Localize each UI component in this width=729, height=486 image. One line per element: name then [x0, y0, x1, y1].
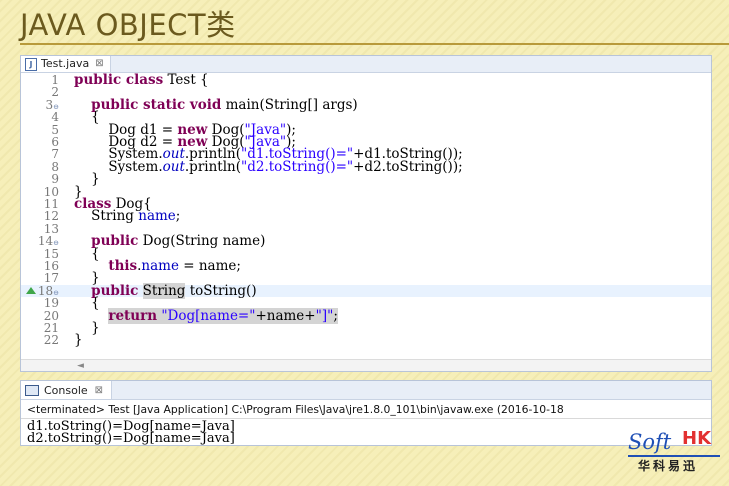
logo-hk-text: HK	[682, 428, 712, 449]
code-text: }	[74, 332, 83, 349]
close-icon[interactable]: ⊠	[95, 385, 103, 396]
logo-chinese-text: 华科易迅	[638, 459, 699, 473]
console-tab-label: Console	[44, 383, 88, 397]
console-output-line: d2.toString()=Dog[name=Java]	[27, 431, 235, 446]
java-file-icon: J	[25, 57, 37, 71]
code-text: return "Dog[name="+name+"]";	[74, 307, 338, 324]
code-token: }	[74, 332, 83, 349]
logo-soft-text: Soft	[628, 430, 672, 454]
code-text: public static void main(String[] args)	[74, 98, 358, 112]
line-number: 22	[43, 333, 59, 348]
line-number: 2	[51, 85, 59, 100]
code-editor: J Test.java ⊠ 1 public class Test {2 3⊖ pu…	[20, 55, 712, 372]
tab-console[interactable]: Console ⊠	[21, 381, 113, 399]
code-line[interactable]: 21 }	[21, 321, 711, 335]
code-text: String name;	[74, 210, 180, 224]
logo-underline	[628, 455, 720, 457]
slide-title: JAVA OBJECT类	[20, 8, 236, 42]
title-underline	[20, 43, 729, 45]
code-line[interactable]: 16 this.name = name;	[21, 259, 711, 273]
code-text: public String toString()	[74, 282, 257, 299]
editor-tabbar: J Test.java ⊠	[21, 56, 711, 73]
code-line[interactable]: 8 System.out.println("d2.toString()="+d2…	[21, 160, 711, 174]
console-tabbar: Console ⊠	[21, 381, 711, 400]
softhk-logo: Soft HK 华科易迅	[628, 428, 726, 476]
horizontal-scrollbar[interactable]: ◄	[21, 359, 711, 371]
console-status: <terminated> Test [Java Application] C:\…	[27, 403, 564, 416]
console-icon	[25, 384, 39, 396]
code-line[interactable]: 14⊖ public Dog(String name)	[21, 234, 711, 248]
code-text: System.out.println("d2.toString()="+d2.t…	[74, 160, 462, 174]
tab-test-java[interactable]: J Test.java ⊠	[21, 56, 111, 72]
close-icon[interactable]: ⊠	[95, 56, 103, 72]
code-line[interactable]: 9 }	[21, 172, 711, 186]
code-line[interactable]: 20 return "Dog[name="+name+"]";	[21, 307, 711, 324]
code-line[interactable]: 18⊖ public String toString()	[21, 282, 711, 299]
tab-label: Test.java	[41, 57, 90, 70]
console-view: Console ⊠ <terminated> Test [Java Applic…	[20, 380, 712, 446]
code-line[interactable]: 12 String name;	[21, 210, 711, 224]
code-line[interactable]: 3⊖ public static void main(String[] args…	[21, 98, 711, 112]
code-text: public class Test {	[74, 73, 209, 87]
code-area[interactable]: 1 public class Test {2 3⊖ public static vo…	[21, 73, 711, 358]
scroll-left-icon[interactable]: ◄	[77, 361, 84, 371]
code-line[interactable]: 1 public class Test {	[21, 73, 711, 87]
code-text: public Dog(String name)	[74, 234, 265, 248]
code-line[interactable]: 22}	[21, 332, 711, 349]
